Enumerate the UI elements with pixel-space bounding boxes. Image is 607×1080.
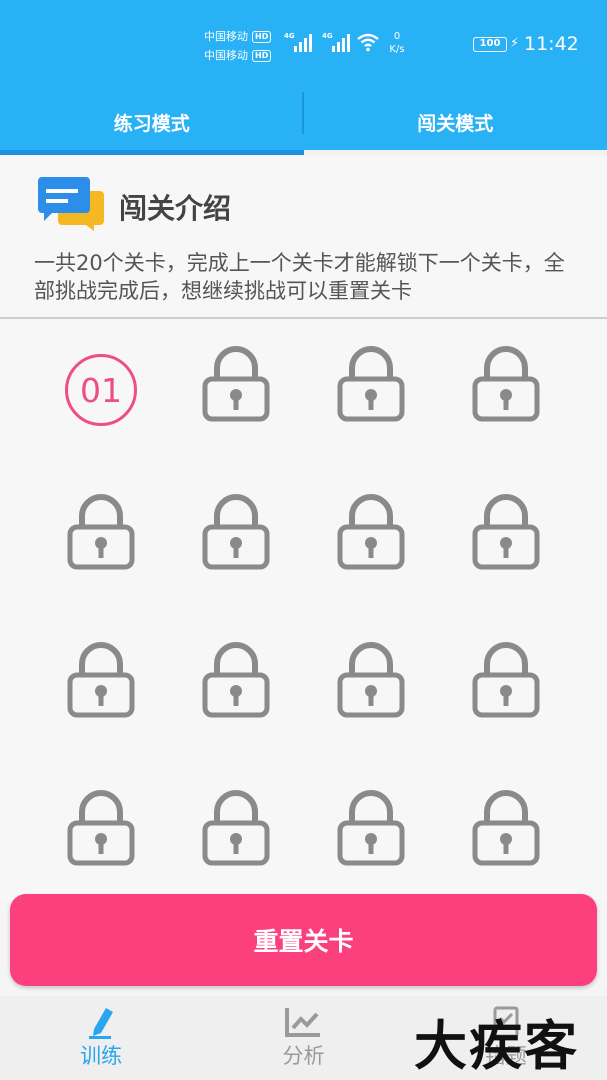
chat-bubbles-icon <box>38 177 104 231</box>
level-locked-12[interactable] <box>466 642 546 722</box>
carrier-info: 中国移动 HD 中国移动 HD <box>204 27 272 65</box>
level-locked-05[interactable] <box>61 494 141 574</box>
level-locked-08[interactable] <box>466 494 546 574</box>
signal-group: 4G 4G <box>284 32 350 52</box>
nav-label: 分析 <box>282 1044 325 1068</box>
level-locked-02[interactable] <box>196 346 276 426</box>
battery-icon: 100 <box>473 37 507 52</box>
level-locked-07[interactable] <box>331 494 411 574</box>
lock-icon <box>471 790 541 870</box>
tab-divider <box>302 92 304 134</box>
level-locked-14[interactable] <box>196 790 276 870</box>
chart-icon <box>285 1008 321 1037</box>
tab-indicator <box>0 150 304 155</box>
carrier-name-1: 中国移动 <box>204 30 248 43</box>
lock-icon <box>66 790 136 870</box>
intro-title: 闯关介绍 <box>119 192 232 225</box>
carrier-name-2: 中国移动 <box>204 49 248 62</box>
lock-icon <box>336 642 406 722</box>
level-locked-06[interactable] <box>196 494 276 574</box>
nav-label: 训练 <box>80 1044 123 1068</box>
watermark: 大疾客 <box>414 1015 579 1077</box>
tab-practice-mode[interactable]: 练习模式 <box>0 90 304 154</box>
divider <box>0 317 607 319</box>
level-locked-15[interactable] <box>331 790 411 870</box>
lock-icon <box>201 790 271 870</box>
signal-icon: 4G <box>322 32 350 52</box>
lock-icon <box>336 494 406 574</box>
nav-item-training[interactable]: 训练 <box>0 996 202 1080</box>
status-bar: 中国移动 HD 中国移动 HD 4G 4G 0 K/s 100 ⚡ 11:42 <box>0 0 607 90</box>
reset-levels-button[interactable]: 重置关卡 <box>10 894 597 986</box>
lock-icon <box>201 642 271 722</box>
intro-description: 一共20个关卡，完成上一个关卡才能解锁下一个关卡，全部挑战完成后，想继续挑战可以… <box>34 251 565 303</box>
lock-icon <box>471 346 541 426</box>
tab-label: 闯关模式 <box>417 112 494 135</box>
level-01[interactable]: 01 <box>61 350 141 430</box>
hd-badge: HD <box>252 30 272 43</box>
lock-icon <box>66 494 136 574</box>
signal-icon: 4G <box>284 32 312 52</box>
level-grid: 01 <box>0 320 607 900</box>
level-locked-09[interactable] <box>61 642 141 722</box>
tab-challenge-mode[interactable]: 闯关模式 <box>303 90 607 155</box>
level-locked-10[interactable] <box>196 642 276 722</box>
lock-icon <box>201 494 271 574</box>
lock-icon <box>336 346 406 426</box>
wifi-icon <box>357 33 379 52</box>
lock-icon <box>201 346 271 426</box>
hd-badge: HD <box>252 49 272 62</box>
lock-icon <box>471 642 541 722</box>
tab-label: 练习模式 <box>113 112 190 135</box>
level-current-badge: 01 <box>65 354 137 426</box>
pencil-icon <box>89 1008 114 1039</box>
intro-section: 闯关介绍 一共20个关卡，完成上一个关卡才能解锁下一个关卡，全部挑战完成后，想继… <box>0 157 607 317</box>
level-locked-03[interactable] <box>331 346 411 426</box>
lock-icon <box>66 642 136 722</box>
level-locked-16[interactable] <box>466 790 546 870</box>
level-locked-04[interactable] <box>466 346 546 426</box>
lock-icon <box>471 494 541 574</box>
level-locked-13[interactable] <box>61 790 141 870</box>
network-speed: 0 K/s <box>389 31 405 55</box>
level-locked-11[interactable] <box>331 642 411 722</box>
nav-item-analysis[interactable]: 分析 <box>202 996 404 1080</box>
lock-icon <box>336 790 406 870</box>
clock: 11:42 <box>524 33 579 55</box>
charging-icon: ⚡ <box>510 36 520 51</box>
